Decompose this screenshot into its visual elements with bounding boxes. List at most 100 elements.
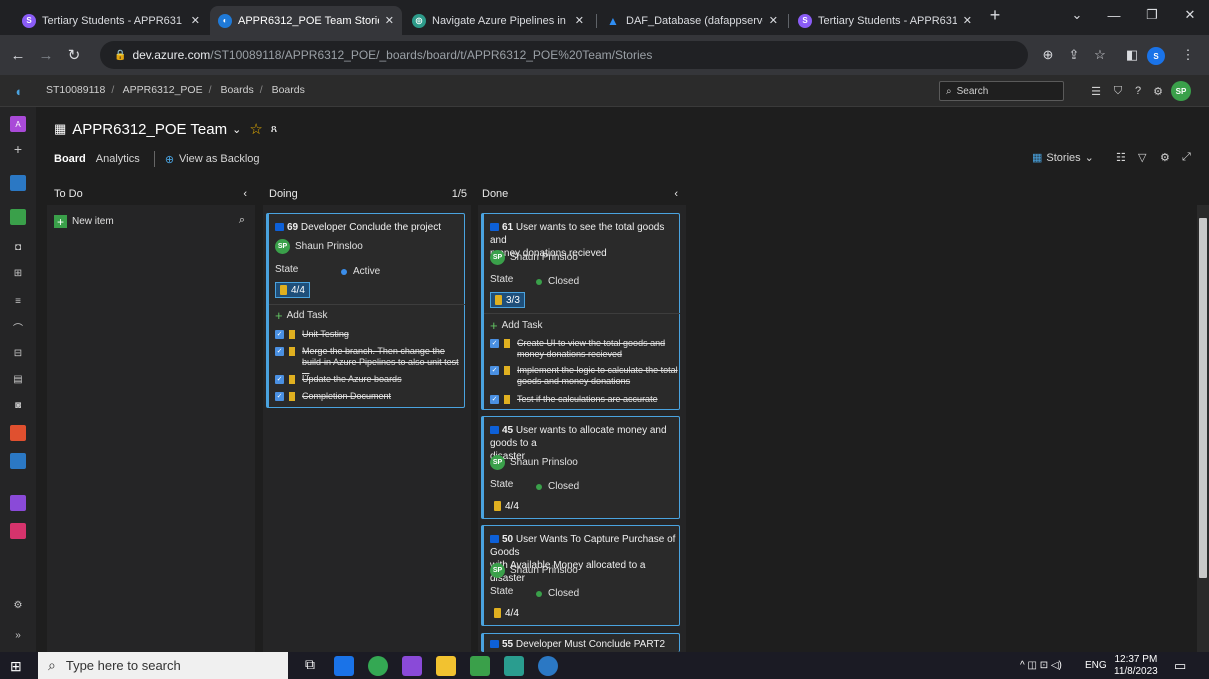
- marketplace-icon[interactable]: ⛉: [1110, 83, 1126, 99]
- scrollbar-thumb[interactable]: [1199, 218, 1207, 578]
- child-tasks-badge[interactable]: 4/4: [490, 605, 523, 621]
- checkbox-icon[interactable]: ✓: [490, 395, 499, 404]
- reload-icon[interactable]: ↻: [62, 43, 86, 67]
- browser-tab-1[interactable]: S Tertiary Students - APPR631 ✕: [14, 6, 208, 35]
- new-item-button[interactable]: + New item: [54, 215, 114, 229]
- project-avatar-icon[interactable]: A: [10, 116, 26, 132]
- checkbox-icon[interactable]: ✓: [275, 347, 284, 356]
- windows-start-icon[interactable]: ⊞: [10, 658, 26, 674]
- task-item[interactable]: ✓ Unit Testing: [275, 329, 349, 340]
- favorite-star-icon[interactable]: ☆: [249, 120, 262, 138]
- close-icon[interactable]: ✕: [963, 14, 972, 27]
- tab-board[interactable]: Board: [54, 153, 86, 165]
- checkbox-icon[interactable]: ✓: [275, 392, 284, 401]
- side-panel-icon[interactable]: ◧: [1120, 43, 1144, 67]
- boards-icon[interactable]: [10, 209, 26, 225]
- azure-devops-logo-icon[interactable]: ◖: [10, 83, 26, 99]
- test-plans-icon[interactable]: [10, 495, 26, 511]
- project-settings-icon[interactable]: ⚙: [10, 597, 26, 613]
- task-item[interactable]: ✓ Implement the logic to calculate the to…: [490, 365, 678, 387]
- boards-nav-icon[interactable]: ⊞: [10, 265, 26, 281]
- browser-tab-2[interactable]: ◐ APPR6312_POE Team Stories ✕: [210, 6, 402, 35]
- state-value[interactable]: Closed: [536, 588, 579, 599]
- search-input[interactable]: ⌕ Search: [939, 81, 1064, 101]
- overview-icon[interactable]: [10, 175, 26, 191]
- work-item-card-61[interactable]: 61 User wants to see the total goods and…: [481, 213, 680, 410]
- checkbox-icon[interactable]: ✓: [490, 366, 499, 375]
- checkbox-icon[interactable]: ✓: [275, 330, 284, 339]
- work-items-icon[interactable]: ◘: [10, 239, 26, 255]
- tab-search-icon[interactable]: ⌄: [1057, 0, 1097, 30]
- new-tab-button[interactable]: +: [982, 0, 1008, 30]
- collapse-column-icon[interactable]: ‹: [243, 188, 247, 200]
- tab-analytics[interactable]: Analytics: [96, 153, 140, 165]
- work-item-card-45[interactable]: 45 User wants to allocate money and good…: [481, 416, 680, 519]
- taskbar-search-input[interactable]: ⌕ Type here to search: [38, 652, 288, 679]
- task-view-icon[interactable]: ⧉: [300, 656, 320, 676]
- maximize-button[interactable]: ❐: [1132, 0, 1172, 30]
- app-icon[interactable]: [538, 656, 558, 676]
- notifications-icon[interactable]: ▭: [1174, 652, 1186, 679]
- new-plus-icon[interactable]: +: [10, 141, 26, 157]
- column-options-icon[interactable]: ☷: [1116, 151, 1126, 164]
- browser-tab-5[interactable]: S Tertiary Students - APPR631 ✕: [790, 6, 980, 35]
- team-members-icon[interactable]: ጸ: [271, 123, 277, 136]
- child-tasks-badge[interactable]: 4/4: [275, 282, 310, 298]
- chrome-app-icon[interactable]: [368, 656, 388, 676]
- close-icon[interactable]: ✕: [191, 14, 200, 27]
- user-settings-icon[interactable]: ⚙: [1150, 83, 1166, 99]
- close-icon[interactable]: ✕: [769, 14, 778, 27]
- child-tasks-badge[interactable]: 3/3: [490, 292, 525, 308]
- help-icon[interactable]: ?: [1130, 83, 1146, 99]
- file-explorer-icon[interactable]: [436, 656, 456, 676]
- analytics-views-icon[interactable]: ◙: [10, 397, 26, 413]
- close-window-button[interactable]: ✕: [1170, 0, 1209, 30]
- back-arrow-icon[interactable]: ←: [6, 43, 30, 67]
- user-avatar[interactable]: SP: [1171, 81, 1191, 101]
- language-indicator[interactable]: ENG: [1085, 652, 1107, 679]
- app-icon[interactable]: [470, 656, 490, 676]
- collapse-nav-icon[interactable]: »: [10, 627, 26, 643]
- task-item[interactable]: ✓ Update the Azure boards: [275, 374, 402, 385]
- more-menu-icon[interactable]: ⋮: [1176, 43, 1200, 67]
- browser-tab-3[interactable]: ◎ Navigate Azure Pipelines in ✕: [404, 6, 592, 35]
- forward-arrow-icon[interactable]: →: [34, 43, 58, 67]
- add-task-button[interactable]: + Add Task: [275, 309, 328, 322]
- repos-icon[interactable]: [10, 425, 26, 441]
- tray-icons[interactable]: ^ ◫ ⊡ ◁): [1020, 652, 1062, 679]
- breadcrumb-boards-current[interactable]: Boards: [272, 84, 305, 96]
- task-item[interactable]: ✓ Completion Document: [275, 391, 391, 402]
- card-title[interactable]: 55 Developer Must Conclude PART2: [490, 638, 665, 651]
- task-list-icon[interactable]: ☰: [1088, 83, 1104, 99]
- zoom-icon[interactable]: ⊕: [1036, 43, 1060, 67]
- state-value[interactable]: Closed: [536, 276, 579, 287]
- sprints-icon[interactable]: ⌒: [10, 319, 26, 335]
- share-icon[interactable]: ⇪: [1062, 43, 1086, 67]
- task-item[interactable]: ✓ Create UI to view the total goods and mo…: [490, 338, 665, 360]
- work-item-card-55[interactable]: 55 Developer Must Conclude PART2: [481, 633, 680, 652]
- close-icon[interactable]: ✕: [385, 14, 394, 27]
- collapse-column-icon[interactable]: ‹: [674, 188, 678, 200]
- work-item-card-50[interactable]: 50 User Wants To Capture Purchase of Goo…: [481, 525, 680, 626]
- card-title[interactable]: 69 Developer Conclude the project: [275, 221, 441, 234]
- backlogs-icon[interactable]: ≡: [10, 293, 26, 309]
- add-task-button[interactable]: + Add Task: [490, 319, 543, 332]
- visual-studio-icon[interactable]: [402, 656, 422, 676]
- queries-icon[interactable]: ⊟: [10, 345, 26, 361]
- close-icon[interactable]: ✕: [575, 14, 584, 27]
- state-value[interactable]: Active: [341, 266, 380, 277]
- minimize-button[interactable]: —: [1094, 0, 1134, 30]
- board-settings-icon[interactable]: ⚙: [1160, 151, 1170, 164]
- bookmark-star-icon[interactable]: ☆: [1088, 43, 1112, 67]
- state-value[interactable]: Closed: [536, 481, 579, 492]
- delivery-plans-icon[interactable]: ▤: [10, 371, 26, 387]
- backlog-level-selector[interactable]: ▦ Stories ⌄: [1032, 151, 1094, 165]
- address-bar[interactable]: 🔒 dev.azure.com/ST10089118/APPR6312_POE/…: [100, 41, 1028, 69]
- child-tasks-badge[interactable]: 4/4: [490, 498, 523, 514]
- search-icon[interactable]: ⌕: [239, 214, 245, 227]
- work-item-card-69[interactable]: 69 Developer Conclude the project SP Shau…: [266, 213, 465, 408]
- breadcrumb-org[interactable]: ST10089118: [46, 84, 105, 96]
- checkbox-icon[interactable]: ✓: [490, 339, 499, 348]
- browser-tab-4[interactable]: ▲ DAF_Database (dafappserve ✕: [598, 6, 786, 35]
- notepad-app-icon[interactable]: [504, 656, 524, 676]
